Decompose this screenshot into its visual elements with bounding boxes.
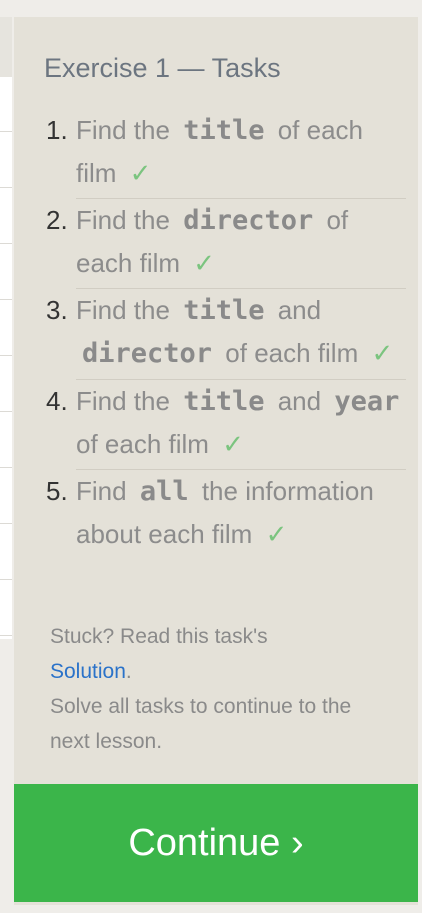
task-number: 3.: [46, 295, 68, 325]
task-text: Find all the information about each film…: [76, 470, 406, 559]
lesson-row-divider: [0, 635, 12, 636]
task-list: 1. Find the title of each film ✓ 2. Find…: [46, 109, 406, 559]
lesson-row-divider: [0, 131, 12, 132]
task-text-part: Find the: [76, 295, 170, 325]
lesson-row-divider: [0, 579, 12, 580]
lesson-row-divider: [0, 299, 12, 300]
solve-all-hint: Solve all tasks to continue to the next …: [50, 695, 352, 753]
lesson-row-divider: [0, 187, 12, 188]
check-icon: ✓: [222, 429, 244, 459]
task-text: Find the director of each film ✓: [76, 199, 406, 289]
lesson-strip-header: [0, 17, 12, 77]
task-notes: Stuck? Read this task's Solution. Solve …: [50, 619, 390, 759]
task-text: Find the title and year of each film ✓: [76, 380, 406, 470]
task-text-part: Find the: [76, 205, 170, 235]
lesson-row-divider: [0, 467, 12, 468]
task-text-part: Find: [76, 476, 127, 506]
task-code-keyword: director: [82, 338, 213, 369]
task-item-5: 5. Find all the information about each f…: [46, 470, 406, 559]
task-number: 2.: [46, 205, 68, 235]
exercise-tasks-panel: Exercise 1 — Tasks 1. Find the title of …: [14, 17, 418, 905]
background-lesson-strip: [0, 17, 12, 639]
task-text-part: and: [277, 386, 322, 416]
task-text-part: Find the: [76, 115, 170, 145]
task-number: 4.: [46, 386, 68, 416]
task-text: Find the title of each film ✓: [76, 109, 406, 199]
task-number: 5.: [46, 476, 68, 506]
task-code-keyword: title: [183, 386, 265, 417]
lesson-row-divider: [0, 355, 12, 356]
lesson-row-divider: [0, 411, 12, 412]
task-item-2: 2. Find the director of each film ✓: [46, 199, 406, 289]
task-text-part: and: [277, 295, 322, 325]
stuck-text: Stuck? Read this task's: [50, 625, 268, 648]
task-text-part: of each film: [225, 338, 359, 368]
check-icon: ✓: [371, 338, 394, 368]
task-number: 1.: [46, 115, 68, 145]
task-item-4: 4. Find the title and year of each film …: [46, 380, 406, 470]
task-text-part: of each film: [76, 429, 209, 459]
exercise-title: Exercise 1 — Tasks: [44, 53, 281, 83]
task-code-keyword: director: [183, 205, 314, 236]
solution-link[interactable]: Solution: [50, 660, 126, 683]
stuck-period: .: [125, 660, 132, 683]
lesson-row-divider: [0, 523, 12, 524]
task-code-keyword: year: [334, 386, 400, 417]
task-item-1: 1. Find the title of each film ✓: [46, 109, 406, 199]
task-code-keyword: all: [139, 476, 189, 507]
task-item-3: 3. Find the title and director of each f…: [46, 289, 406, 380]
check-icon: ✓: [265, 519, 288, 549]
stuck-hint: Stuck? Read this task's Solution.: [50, 619, 390, 689]
task-text-part: Find the: [76, 386, 170, 416]
check-icon: ✓: [129, 158, 152, 188]
continue-button[interactable]: Continue ›: [14, 784, 418, 902]
lesson-row-divider: [0, 243, 12, 244]
task-code-keyword: title: [183, 295, 265, 326]
task-text: Find the title and director of each film…: [76, 289, 406, 380]
check-icon: ✓: [193, 248, 216, 278]
task-code-keyword: title: [183, 115, 265, 146]
